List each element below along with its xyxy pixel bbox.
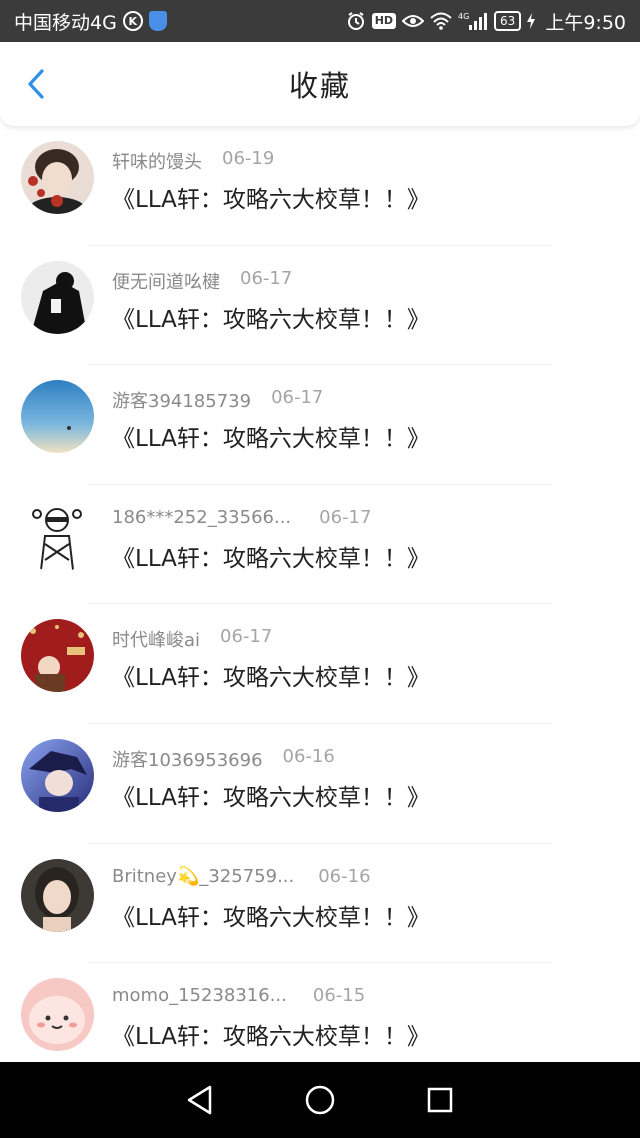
username[interactable]: 便无间道吆楗 <box>112 268 220 294</box>
story-title[interactable]: 《LLA轩：攻略六大校草！！》 <box>112 180 430 214</box>
avatar[interactable] <box>21 978 94 1052</box>
username[interactable]: 游客394185739 <box>112 387 251 413</box>
date: 06-15 <box>312 985 366 1007</box>
avatar[interactable] <box>21 858 94 932</box>
story-title[interactable]: 《LLA轩：攻略六大校草！！》 <box>112 898 430 932</box>
charging-icon <box>527 13 536 29</box>
clock: 上午9:50 <box>545 11 626 34</box>
date: 06-16 <box>282 745 335 767</box>
story-title[interactable]: 《LLA轩：攻略六大校草！！》 <box>112 419 430 453</box>
recents-square-icon <box>427 1087 453 1113</box>
page-title: 收藏 <box>288 69 351 103</box>
app-header: 收藏 <box>0 42 640 126</box>
signal-icon: 4G <box>458 11 488 31</box>
k-icon: K <box>122 11 143 31</box>
item-meta: 游客1036953696 06-16 <box>112 746 335 772</box>
list-item[interactable]: 游客1036953696 06-16 《LLA轩：攻略六大校草！！》 <box>0 724 640 844</box>
avatar[interactable] <box>21 499 94 573</box>
username[interactable]: 186***252_33566... <box>112 507 291 528</box>
list-item[interactable]: 游客394185739 06-17 《LLA轩：攻略六大校草！！》 <box>0 365 640 485</box>
alarm-icon <box>346 11 366 31</box>
item-meta: 轩味的馒头 06-19 <box>112 148 274 174</box>
back-triangle-icon <box>187 1085 212 1115</box>
item-meta: Britney💫_325759... 06-16 <box>112 866 371 887</box>
nav-home-button[interactable] <box>295 1075 345 1125</box>
story-title[interactable]: 《LLA轩：攻略六大校草！！》 <box>112 658 430 692</box>
avatar[interactable] <box>21 141 94 214</box>
date: 06-19 <box>222 148 275 169</box>
avatar[interactable] <box>21 380 94 454</box>
battery-icon: 63 <box>494 11 522 31</box>
back-button[interactable] <box>20 68 52 100</box>
shield-icon <box>148 11 167 31</box>
date: 06-16 <box>318 865 371 887</box>
nav-recents-button[interactable] <box>415 1075 465 1125</box>
item-meta: momo_15238316... 06-15 <box>112 985 365 1006</box>
username[interactable]: 游客1036953696 <box>112 746 263 772</box>
list-item[interactable]: 轩味的馒头 06-19 《LLA轩：攻略六大校草！！》 <box>0 126 640 246</box>
status-right: HD 4G 63 上午9:50 <box>346 8 626 35</box>
date: 06-17 <box>271 387 324 409</box>
story-title[interactable]: 《LLA轩：攻略六大校草！！》 <box>112 539 430 573</box>
network-type-label: 4G <box>458 12 469 21</box>
avatar[interactable] <box>21 738 94 812</box>
story-title[interactable]: 《LLA轩：攻略六大校草！！》 <box>112 300 430 334</box>
avatar[interactable] <box>21 260 94 334</box>
item-meta: 便无间道吆楗 06-17 <box>112 268 292 294</box>
list-item[interactable]: 186***252_33566... 06-17 《LLA轩：攻略六大校草！！》 <box>0 485 640 605</box>
wifi-icon <box>430 12 452 30</box>
hd-icon: HD <box>371 13 397 29</box>
date: 06-17 <box>319 506 372 528</box>
story-title[interactable]: 《LLA轩：攻略六大校草！！》 <box>112 1017 430 1051</box>
home-circle-icon <box>305 1085 335 1115</box>
username[interactable]: momo_15238316... <box>112 985 287 1006</box>
carrier-label: 中国移动4G <box>14 11 117 34</box>
battery-level: 63 <box>500 14 516 28</box>
username[interactable]: 轩味的馒头 <box>112 148 202 174</box>
item-meta: 游客394185739 06-17 <box>112 387 323 413</box>
avatar[interactable] <box>21 619 94 693</box>
list-item[interactable]: 时代峰峻ai 06-17 《LLA轩：攻略六大校草！！》 <box>0 604 640 724</box>
status-bar: 中国移动4G K HD 4G 63 上午9:50 <box>0 0 640 42</box>
item-meta: 186***252_33566... 06-17 <box>112 507 371 528</box>
eye-icon <box>402 13 425 29</box>
list-item[interactable]: Britney💫_325759... 06-16 《LLA轩：攻略六大校草！！》 <box>0 844 640 964</box>
status-left: 中国移动4G K <box>14 8 167 35</box>
favorites-list: 轩味的馒头 06-19 《LLA轩：攻略六大校草！！》 便无间道吆楗 06-17… <box>0 126 640 1083</box>
story-title[interactable]: 《LLA轩：攻略六大校草！！》 <box>112 778 430 812</box>
list-item[interactable]: 便无间道吆楗 06-17 《LLA轩：攻略六大校草！！》 <box>0 246 640 366</box>
nav-back-button[interactable] <box>175 1075 225 1125</box>
date: 06-17 <box>220 626 273 648</box>
username[interactable]: Britney💫_325759... <box>112 866 294 887</box>
username[interactable]: 时代峰峻ai <box>112 626 200 652</box>
chevron-left-icon <box>28 69 44 99</box>
date: 06-17 <box>240 267 293 289</box>
navigation-bar <box>0 1062 640 1138</box>
item-meta: 时代峰峻ai 06-17 <box>112 626 272 652</box>
